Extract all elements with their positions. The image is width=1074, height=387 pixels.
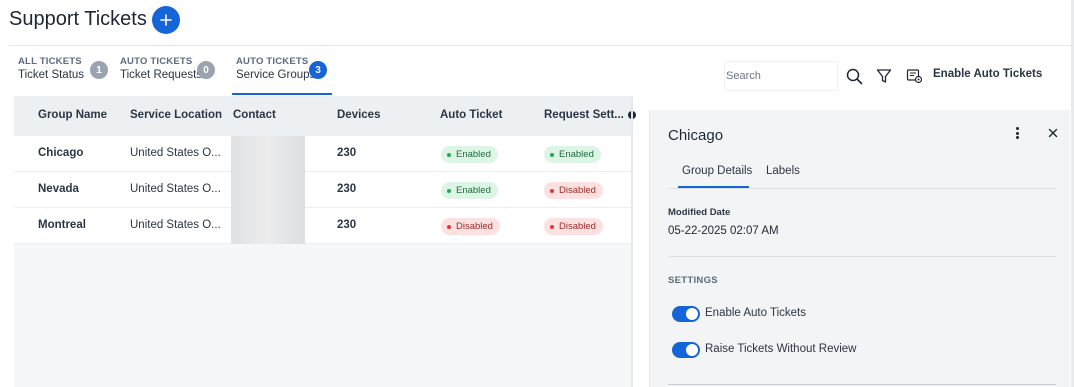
tab-service-groups[interactable]: AUTO TICKETS Service Groups 3 [232,46,332,95]
more-options-icon[interactable] [1012,125,1022,141]
section-divider [668,384,1056,385]
filter-icon [876,69,892,83]
cell-devices: 230 [337,183,357,195]
cell-service-location: United States O... [130,147,221,159]
cell-contact-redacted [231,208,305,244]
status-badge-label: Disabled [559,185,596,196]
status-badge: Enabled [441,182,498,199]
tab-count-badge: 1 [90,61,108,79]
enable-auto-tickets-toggle[interactable] [672,306,700,322]
table-scrollbar[interactable] [631,96,633,387]
plus-icon [160,14,172,26]
tab-count-badge: 0 [197,61,215,79]
enable-auto-tickets-setting: Enable Auto Tickets [672,306,872,322]
column-header-label: Request Sett... [544,109,624,121]
column-header-auto-ticket[interactable]: Auto Ticket [440,109,502,121]
service-groups-table: Group Name Service Location Contact Devi… [14,96,636,387]
column-header-contact[interactable]: Contact [233,109,276,121]
table-row[interactable]: Nevada United States O... 230 Enabled Di… [14,172,632,208]
status-badge: Disabled [544,218,603,235]
tab-category: AUTO TICKETS [236,56,309,67]
cell-contact-redacted [231,136,305,172]
cell-group-name: Chicago [38,147,84,159]
tab-ticket-requests[interactable]: AUTO TICKETS Ticket Requests 0 [120,46,226,94]
close-panel-button[interactable] [1047,126,1059,138]
tab-group-details[interactable]: Group Details [682,165,752,177]
search-button[interactable] [843,65,865,87]
panel-title: Chicago [668,127,724,144]
raise-tickets-without-review-toggle[interactable] [672,342,700,358]
tab-category: ALL TICKETS [18,56,82,67]
table-row[interactable]: Chicago United States O... 230 Enabled E… [14,136,632,172]
filter-button[interactable] [873,65,895,87]
status-badge-label: Disabled [559,221,596,232]
toggle-label: Enable Auto Tickets [705,307,807,319]
column-header-group-name[interactable]: Group Name [38,109,107,121]
gear-ticket-icon [906,69,923,84]
tab-label: Ticket Status [18,69,85,81]
close-icon [1048,128,1058,138]
table-header: Group Name Service Location Contact Devi… [14,96,636,136]
settings-heading: SETTINGS [668,275,718,286]
page-title: Support Tickets [9,8,147,30]
raise-tickets-without-review-setting: Raise Tickets Without Review [672,342,892,358]
status-badge: Enabled [441,146,498,163]
status-badge: Disabled [441,218,500,235]
column-header-service-location[interactable]: Service Location [130,109,222,121]
modified-date-value: 05-22-2025 02:07 AM [668,225,779,237]
column-header-devices[interactable]: Devices [337,109,380,121]
toggle-label: Raise Tickets Without Review [705,343,857,355]
cell-devices: 230 [337,219,357,231]
cell-service-location: United States O... [130,183,221,195]
table-row[interactable]: Montreal United States O... 230 Disabled… [14,208,632,244]
status-badge-label: Disabled [456,221,493,232]
cell-devices: 230 [337,147,357,159]
status-badge: Enabled [544,146,601,163]
tab-ticket-status[interactable]: ALL TICKETS Ticket Status 1 [18,46,110,94]
cell-group-name: Montreal [38,219,86,231]
active-tab-indicator [232,93,332,95]
enable-auto-tickets-button[interactable]: Enable Auto Tickets [933,68,1042,80]
column-header-request-settings[interactable]: Request Sett...i [544,109,636,121]
panel-tabs-divider [668,188,1056,189]
cell-service-location: United States O... [130,219,221,231]
status-badge-label: Enabled [456,149,491,160]
group-details-panel: Chicago Group Details Labels Modified Da… [649,110,1070,387]
auto-ticket-settings-button[interactable] [904,65,926,87]
cell-group-name: Nevada [38,183,79,195]
tab-count-badge: 3 [309,61,327,79]
tab-category: AUTO TICKETS [120,56,193,67]
search-icon [846,68,862,84]
tab-label: Service Groups [236,69,316,81]
tab-label: Ticket Requests [120,69,203,81]
cell-contact-redacted [231,172,305,208]
status-badge-label: Enabled [559,149,594,160]
active-tab-indicator [678,186,749,188]
status-badge: Disabled [544,182,603,199]
search-input[interactable]: Search [724,61,838,91]
section-divider [668,256,1056,257]
modified-date-label: Modified Date [668,207,731,218]
tab-labels[interactable]: Labels [766,165,800,177]
status-badge-label: Enabled [456,185,491,196]
add-ticket-button[interactable] [152,6,180,34]
